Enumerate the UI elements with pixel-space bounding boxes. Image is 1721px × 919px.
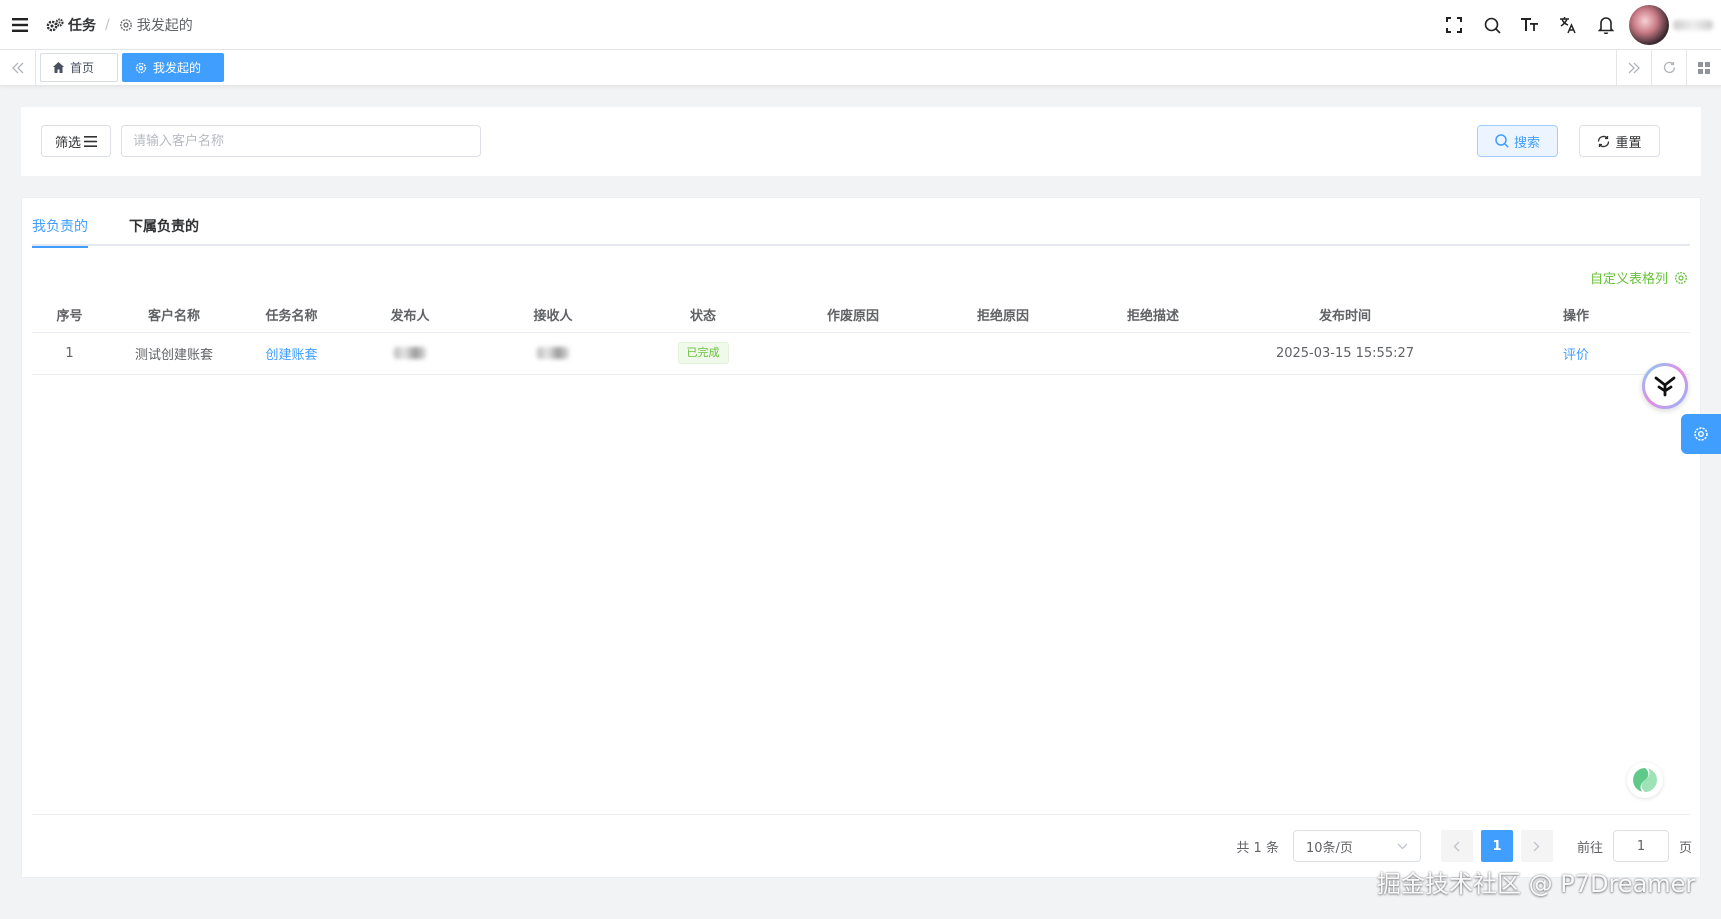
breadcrumb: 任务 / 我发起的 [40, 15, 193, 35]
goto-label: 前往 [1576, 840, 1603, 856]
task-table: 序号 客户名称 任务名称 发布人 接收人 状态 作废原因 拒绝原因 拒绝描述 发… [32, 297, 1690, 375]
goto-page-input[interactable] [1612, 830, 1669, 862]
task-name-link[interactable]: 创建账套 [265, 348, 317, 363]
cell-customer: 测试创建账套 [107, 332, 241, 375]
ai-assistant-icon[interactable] [1642, 363, 1688, 409]
page-size-select[interactable]: 10条/页 [1292, 830, 1421, 862]
tags-controls [1616, 50, 1721, 85]
chevron-down-icon [1397, 839, 1408, 854]
grid-menu-icon[interactable] [1686, 50, 1721, 85]
tab-my-responsible[interactable]: 我负责的 [32, 216, 88, 248]
breadcrumb-label: 我发起的 [136, 17, 193, 34]
double-chevron-left-icon[interactable] [0, 50, 36, 85]
gear-icon [1674, 271, 1688, 285]
filter-label: 筛选 [54, 135, 81, 151]
column-header: 拒绝描述 [1078, 297, 1228, 333]
tag-label: 我发起的 [153, 61, 202, 75]
prev-page-button[interactable] [1440, 830, 1473, 862]
green-logo-icon[interactable] [1627, 762, 1663, 798]
pagination-total: 共 1 条 [1236, 840, 1279, 856]
translate-icon[interactable] [1549, 0, 1587, 50]
cell-void-reason [778, 332, 928, 375]
evaluate-link[interactable]: 评价 [1563, 348, 1589, 363]
tab-subordinate-responsible[interactable]: 下属负责的 [129, 216, 199, 246]
column-header: 操作 [1462, 297, 1690, 333]
status-badge: 已完成 [677, 342, 729, 364]
gear-icon [119, 18, 133, 32]
double-chevron-right-icon[interactable] [1616, 50, 1651, 85]
search-panel: 筛选 搜索 重置 [21, 107, 1701, 176]
page-suffix: 页 [1678, 840, 1692, 856]
divider [32, 814, 1690, 815]
avatar[interactable] [1629, 5, 1669, 45]
bell-icon[interactable] [1587, 0, 1625, 50]
cell-publish-time: 2025-03-15 15:55:27 [1228, 332, 1462, 375]
list-icon [84, 135, 97, 147]
tag-home[interactable]: 首页 [40, 53, 118, 82]
cell-receiver [478, 332, 628, 375]
settings-gear-icon[interactable] [1681, 414, 1721, 454]
fullscreen-icon[interactable] [1435, 0, 1473, 50]
breadcrumb-item-current: 我发起的 [119, 15, 193, 35]
column-header: 序号 [32, 297, 107, 333]
reset-button[interactable]: 重置 [1579, 125, 1660, 157]
column-header: 接收人 [478, 297, 628, 333]
reset-button-label: 重置 [1615, 135, 1642, 151]
task-list-card: 我负责的 下属负责的 自定义表格列 序号 客户名称 任务名称 发布人 接收人 状… [21, 197, 1701, 878]
breadcrumb-item-task[interactable]: 任务 [46, 15, 96, 35]
column-header: 任务名称 [241, 297, 342, 333]
refresh-icon [1597, 135, 1610, 148]
refresh-icon[interactable] [1651, 50, 1686, 85]
filter-button[interactable]: 筛选 [41, 125, 111, 157]
breadcrumb-label: 任务 [68, 17, 96, 34]
breadcrumb-separator: / [105, 16, 110, 33]
column-header: 作废原因 [778, 297, 928, 333]
page-number-current[interactable]: 1 [1480, 830, 1513, 862]
cell-reject-desc [1078, 332, 1228, 375]
gears-icon [46, 18, 64, 32]
column-header: 状态 [628, 297, 778, 333]
column-header: 客户名称 [107, 297, 241, 333]
header-toolbar [1435, 0, 1721, 50]
watermark: 掘金技术社区 @ P7Dreamer [1377, 870, 1696, 898]
search-icon [1495, 134, 1509, 148]
custom-columns-button[interactable]: 自定义表格列 [1590, 268, 1688, 287]
search-button-label: 搜索 [1513, 135, 1540, 151]
table-row: 1 测试创建账套 创建账套 已完成 2025-03-15 15:55:27 评价 [32, 332, 1690, 375]
cell-status: 已完成 [628, 332, 778, 375]
column-header: 发布时间 [1228, 297, 1462, 333]
username-blurred[interactable] [1673, 20, 1713, 30]
receiver-blurred [537, 347, 569, 359]
cell-publisher [342, 332, 478, 375]
tag-active[interactable]: 我发起的 [122, 53, 224, 82]
tag-label: 首页 [70, 61, 95, 75]
custom-columns-label: 自定义表格列 [1589, 272, 1668, 287]
customer-name-input[interactable] [121, 125, 481, 157]
gear-icon [135, 62, 147, 74]
cell-index: 1 [32, 332, 107, 375]
tags-view-bar: 首页 我发起的 [0, 50, 1721, 86]
search-icon[interactable] [1473, 0, 1511, 50]
next-page-button[interactable] [1520, 830, 1553, 862]
publisher-blurred [394, 347, 426, 359]
column-header: 发布人 [342, 297, 478, 333]
search-button[interactable]: 搜索 [1477, 125, 1558, 157]
cell-reject-reason [928, 332, 1078, 375]
table-header-row: 序号 客户名称 任务名称 发布人 接收人 状态 作废原因 拒绝原因 拒绝描述 发… [32, 297, 1690, 333]
top-navbar: 任务 / 我发起的 [0, 0, 1721, 50]
column-header: 拒绝原因 [928, 297, 1078, 333]
pagination: 共 1 条 10条/页 1 前往 页 [1236, 830, 1692, 862]
home-icon [53, 62, 64, 73]
page-size-value: 10条/页 [1305, 840, 1353, 856]
tabs: 我负责的 下属负责的 [32, 216, 1690, 248]
hamburger-menu-icon[interactable] [0, 0, 40, 50]
cell-task: 创建账套 [241, 332, 342, 375]
font-size-icon[interactable] [1511, 0, 1549, 50]
